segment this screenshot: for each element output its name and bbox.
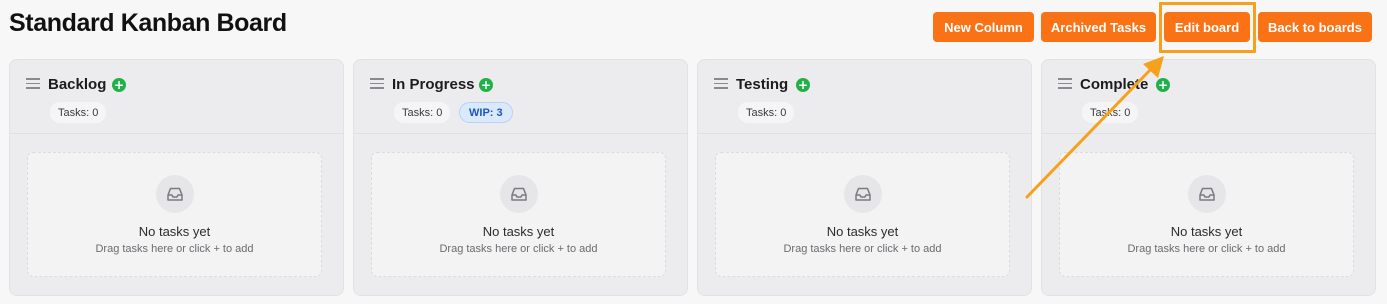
column-title: Backlog (48, 76, 107, 93)
task-count-badge: Tasks: 0 (738, 102, 795, 123)
column-in-progress: In Progress + Tasks: 0 WIP: 3 No tasks y… (353, 59, 688, 296)
inbox-icon (156, 175, 194, 213)
back-to-boards-button[interactable]: Back to boards (1258, 12, 1372, 42)
task-count-badge: Tasks: 0 (50, 102, 107, 123)
task-drop-zone[interactable]: No tasks yet Drag tasks here or click + … (371, 152, 666, 277)
column-header: In Progress + Tasks: 0 WIP: 3 (354, 60, 687, 134)
column-title: Testing (736, 76, 789, 93)
task-drop-zone[interactable]: No tasks yet Drag tasks here or click + … (715, 152, 1010, 277)
new-column-button[interactable]: New Column (933, 12, 1034, 42)
empty-state-title: No tasks yet (826, 224, 899, 239)
column-header: Complete + Tasks: 0 (1042, 60, 1375, 134)
annotation-highlight-box (1159, 2, 1256, 53)
empty-state-hint: Drag tasks here or click + to add (1127, 243, 1286, 255)
empty-state-hint: Drag tasks here or click + to add (439, 243, 598, 255)
task-drop-zone[interactable]: No tasks yet Drag tasks here or click + … (1059, 152, 1354, 277)
column-header: Backlog + Tasks: 0 (10, 60, 343, 134)
task-count-badge: Tasks: 0 (394, 102, 451, 123)
add-task-button[interactable]: + (1156, 78, 1170, 92)
empty-state-hint: Drag tasks here or click + to add (95, 243, 254, 255)
archived-tasks-button[interactable]: Archived Tasks (1041, 12, 1156, 42)
inbox-icon (500, 175, 538, 213)
add-task-button[interactable]: + (479, 78, 493, 92)
column-header: Testing + Tasks: 0 (698, 60, 1031, 134)
page-title: Standard Kanban Board (9, 9, 287, 37)
add-task-button[interactable]: + (796, 78, 810, 92)
empty-state-hint: Drag tasks here or click + to add (783, 243, 942, 255)
wip-limit-badge: WIP: 3 (459, 102, 513, 123)
drag-handle-icon[interactable] (370, 78, 384, 89)
column-testing: Testing + Tasks: 0 No tasks yet Drag tas… (697, 59, 1032, 296)
drag-handle-icon[interactable] (714, 78, 728, 89)
drag-handle-icon[interactable] (1058, 78, 1072, 89)
inbox-icon (1188, 175, 1226, 213)
drag-handle-icon[interactable] (26, 78, 40, 89)
add-task-button[interactable]: + (112, 78, 126, 92)
task-drop-zone[interactable]: No tasks yet Drag tasks here or click + … (27, 152, 322, 277)
task-count-badge: Tasks: 0 (1082, 102, 1139, 123)
column-title: In Progress (392, 76, 475, 93)
empty-state-title: No tasks yet (1170, 224, 1243, 239)
kanban-page: Standard Kanban Board New Column Archive… (0, 0, 1387, 304)
column-complete: Complete + Tasks: 0 No tasks yet Drag ta… (1041, 59, 1376, 296)
empty-state-title: No tasks yet (138, 224, 211, 239)
inbox-icon (844, 175, 882, 213)
column-title: Complete (1080, 76, 1149, 93)
column-backlog: Backlog + Tasks: 0 No tasks yet Drag tas… (9, 59, 344, 296)
empty-state-title: No tasks yet (482, 224, 555, 239)
